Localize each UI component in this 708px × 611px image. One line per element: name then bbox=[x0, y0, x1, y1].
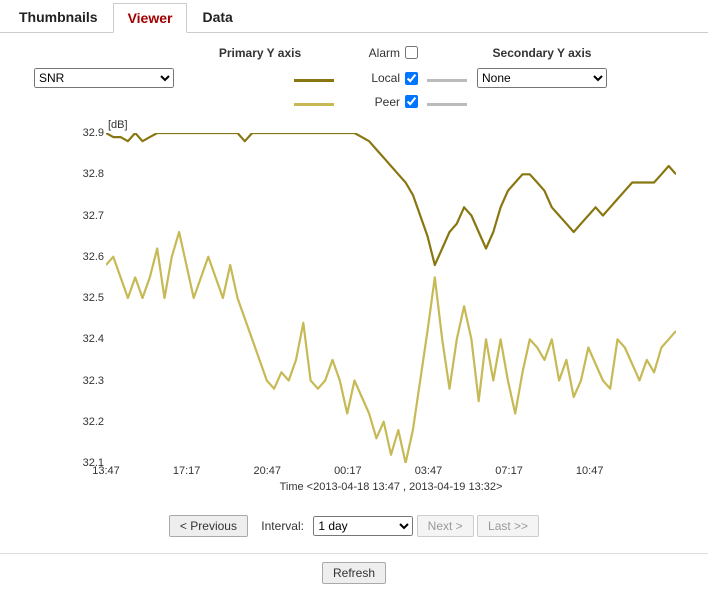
series-peer bbox=[106, 232, 676, 463]
x-axis-label: Time <2013-04-18 13:47 , 2013-04-19 13:3… bbox=[106, 481, 676, 493]
ytick: 32.9 bbox=[83, 127, 104, 139]
ytick: 32.5 bbox=[83, 292, 104, 304]
interval-select[interactable]: 1 day bbox=[313, 516, 413, 536]
peer-label: Peer bbox=[340, 95, 400, 109]
alarm-label: Alarm bbox=[340, 46, 400, 60]
ytick: 32.2 bbox=[83, 416, 104, 428]
tab-thumbnails[interactable]: Thumbnails bbox=[4, 2, 113, 32]
primary-axis-select[interactable]: SNR bbox=[34, 68, 174, 88]
tab-data[interactable]: Data bbox=[187, 2, 247, 32]
ytick: 32.7 bbox=[83, 210, 104, 222]
xtick: 10:47 bbox=[576, 465, 604, 477]
tab-bar: Thumbnails Viewer Data bbox=[0, 0, 708, 33]
xtick: 07:17 bbox=[495, 465, 523, 477]
secondary-axis-select[interactable]: None bbox=[477, 68, 607, 88]
secondary-swatch-1 bbox=[427, 79, 467, 82]
series-local bbox=[106, 133, 676, 265]
tab-viewer[interactable]: Viewer bbox=[113, 3, 188, 33]
secondary-axis-heading: Secondary Y axis bbox=[472, 46, 612, 60]
xtick: 17:17 bbox=[173, 465, 201, 477]
secondary-swatch-2 bbox=[427, 103, 467, 106]
chart-area: [dB] 32.132.232.332.432.532.632.732.832.… bbox=[24, 119, 684, 509]
refresh-button[interactable]: Refresh bbox=[322, 562, 386, 584]
ytick: 32.3 bbox=[83, 375, 104, 387]
last-button[interactable]: Last >> bbox=[477, 515, 539, 537]
xtick: 20:47 bbox=[253, 465, 281, 477]
peer-swatch bbox=[294, 103, 334, 106]
peer-checkbox[interactable] bbox=[405, 95, 418, 108]
next-button[interactable]: Next > bbox=[417, 515, 474, 537]
primary-axis-heading: Primary Y axis bbox=[180, 46, 340, 60]
ytick: 32.8 bbox=[83, 168, 104, 180]
prev-button[interactable]: < Previous bbox=[169, 515, 248, 537]
y-unit-label: [dB] bbox=[108, 119, 128, 131]
xtick: 00:17 bbox=[334, 465, 362, 477]
plot-canvas bbox=[106, 133, 676, 463]
local-swatch bbox=[294, 79, 334, 82]
alarm-checkbox[interactable] bbox=[405, 46, 418, 59]
xtick: 13:47 bbox=[92, 465, 120, 477]
interval-label: Interval: bbox=[261, 519, 304, 533]
xtick: 03:47 bbox=[415, 465, 443, 477]
ytick: 32.6 bbox=[83, 251, 104, 263]
local-checkbox[interactable] bbox=[405, 72, 418, 85]
local-label: Local bbox=[340, 71, 400, 85]
time-nav: < Previous Interval: 1 day Next > Last >… bbox=[0, 515, 708, 537]
ytick: 32.4 bbox=[83, 333, 104, 345]
controls-panel: Primary Y axis Alarm Secondary Y axis SN… bbox=[0, 33, 708, 115]
